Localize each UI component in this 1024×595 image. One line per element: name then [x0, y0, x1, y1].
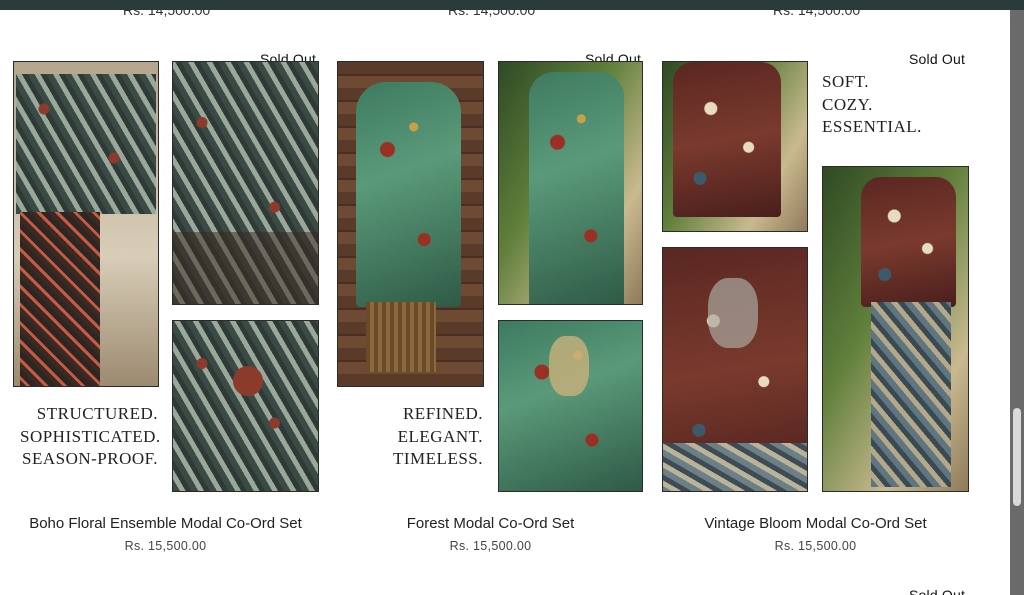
product-image-collage-1[interactable]	[13, 61, 159, 387]
scrollbar-track[interactable]	[1010, 10, 1024, 595]
sold-out-badge: Sold Out	[909, 51, 966, 67]
product-image-collage-3[interactable]	[822, 166, 969, 492]
tagline-line: ELEGANT.	[397, 426, 483, 446]
product-image-collage-2[interactable]	[172, 61, 319, 305]
sold-out-badge-next-row: Sold Out	[909, 587, 966, 595]
tagline-line: ESSENTIAL.	[822, 117, 922, 136]
product-tagline: REFINED. ELEGANT. TIMELESS.	[345, 403, 483, 471]
product-grid-page: Rs. 14,500.00 Rs. 14,500.00 Rs. 14,500.0…	[0, 10, 1010, 595]
previous-row-price: Rs. 14,500.00	[448, 10, 536, 18]
tagline-line: SEASON-PROOF.	[22, 449, 158, 468]
product-price: Rs. 15,500.00	[774, 539, 857, 553]
browser-top-strip	[0, 0, 1024, 10]
tagline-line: REFINED.	[402, 404, 483, 423]
previous-row-price: Rs. 14,500.00	[123, 10, 211, 18]
product-title[interactable]: Boho Floral Ensemble Modal Co-Ord Set	[8, 515, 323, 532]
product-image-collage-3[interactable]	[172, 320, 319, 492]
product-price: Rs. 15,500.00	[124, 539, 207, 553]
product-price: Rs. 15,500.00	[449, 539, 532, 553]
product-tagline: STRUCTURED. SOPHISTICATED. SEASON-PROOF.	[20, 403, 161, 471]
previous-row-price: Rs. 14,500.00	[773, 10, 861, 18]
scrollbar-thumb[interactable]	[1013, 408, 1021, 506]
tagline-line: TIMELESS.	[393, 449, 483, 468]
product-image-collage-3[interactable]	[498, 320, 643, 492]
tagline-line: STRUCTURED.	[36, 404, 158, 423]
product-title[interactable]: Forest Modal Co-Ord Set	[333, 515, 648, 532]
product-image-collage-2[interactable]	[662, 247, 808, 492]
tagline-line: SOPHISTICATED.	[20, 426, 161, 446]
product-image-collage-1[interactable]	[662, 61, 808, 232]
tagline-line: SOFT.	[822, 72, 870, 91]
product-image-collage-1[interactable]	[337, 61, 484, 387]
tagline-line: COZY.	[822, 94, 873, 114]
product-image-collage-2[interactable]	[498, 61, 643, 305]
product-tagline: SOFT. COZY. ESSENTIAL.	[822, 71, 962, 139]
product-title[interactable]: Vintage Bloom Modal Co-Ord Set	[658, 515, 973, 532]
